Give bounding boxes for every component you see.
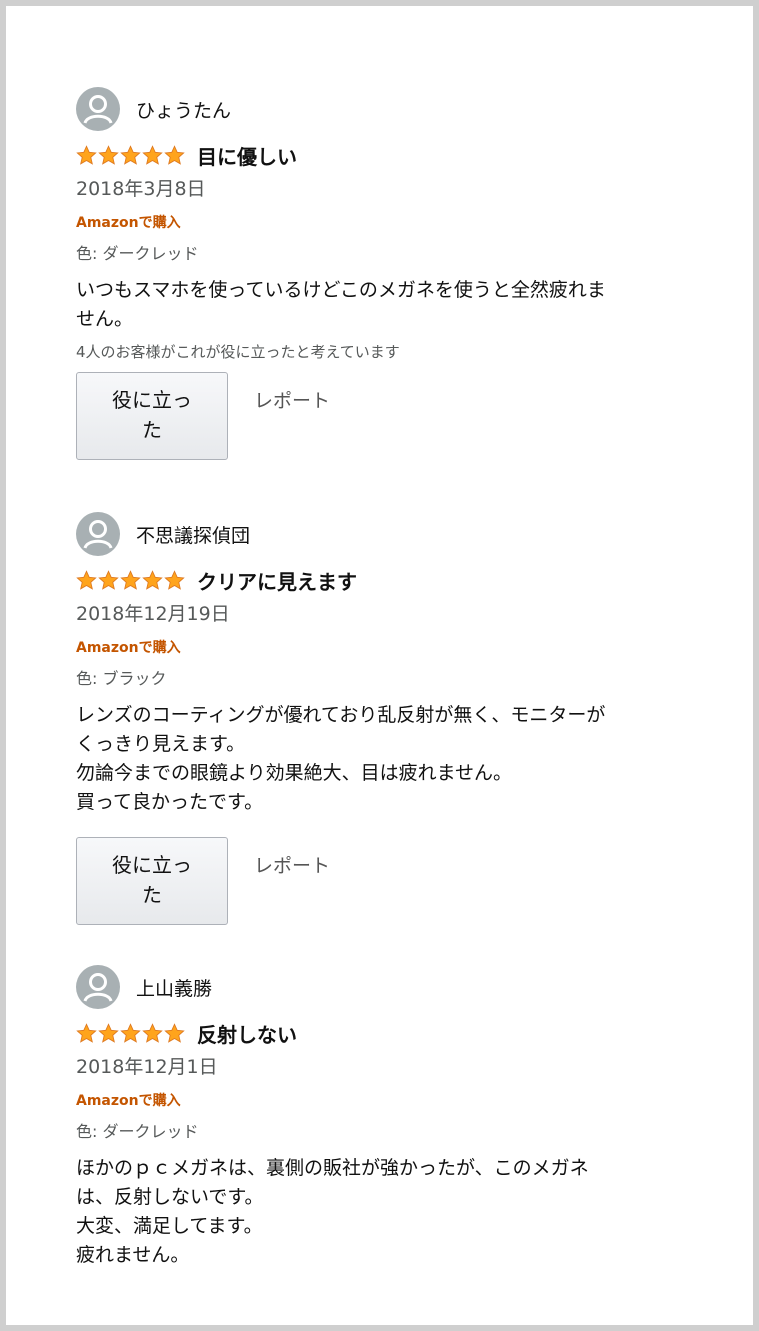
star-rating — [76, 569, 185, 591]
star-icon — [164, 569, 185, 590]
verified-purchase-badge: Amazonで購入 — [76, 640, 181, 656]
star-rating — [76, 1022, 185, 1044]
helpful-button[interactable]: 役に立った — [76, 372, 228, 460]
review-body: いつもスマホを使っているけどこのメガネを使うと全然疲れま せん。 — [76, 279, 606, 330]
star-icon — [76, 1022, 97, 1043]
star-icon — [164, 144, 185, 165]
review-title[interactable]: クリアに見えます — [197, 566, 357, 595]
star-icon — [98, 144, 119, 165]
review-profile[interactable]: 上山義勝 — [76, 964, 696, 1010]
star-icon — [142, 569, 163, 590]
review-body: ほかのｐｃメガネは、裏側の販社が強かったが、このメガネ は、反射しないです。 大… — [76, 1157, 589, 1266]
review-title[interactable]: 目に優しい — [197, 141, 297, 170]
star-icon — [164, 1022, 185, 1043]
star-rating — [76, 144, 185, 166]
star-icon — [76, 569, 97, 590]
default-profile-icon — [76, 87, 120, 131]
star-icon — [120, 569, 141, 590]
review-profile[interactable]: 不思議探偵団 — [76, 511, 696, 557]
verified-purchase-badge: Amazonで購入 — [76, 215, 181, 231]
review-item: 上山義勝 反射しない 2018年12月1日 Amazonで購入 色: ダークレッ… — [76, 964, 696, 1270]
helpful-button[interactable]: 役に立った — [76, 837, 228, 925]
verified-purchase-badge: Amazonで購入 — [76, 1093, 181, 1109]
default-profile-icon — [76, 512, 120, 556]
star-icon — [120, 1022, 141, 1043]
product-variant: 色: ブラック — [76, 669, 167, 688]
review-date: 2018年12月1日 — [76, 1056, 218, 1078]
star-icon — [98, 569, 119, 590]
review-date: 2018年12月19日 — [76, 603, 230, 625]
star-icon — [98, 1022, 119, 1043]
product-variant: 色: ダークレッド — [76, 1122, 199, 1141]
star-icon — [120, 144, 141, 165]
report-link[interactable]: レポート — [254, 386, 330, 413]
default-profile-icon — [76, 965, 120, 1009]
star-icon — [142, 144, 163, 165]
review-item: ひょうたん 目に優しい 2018年3月8日 Amazonで購入 色: ダークレッ… — [76, 86, 696, 460]
profile-name[interactable]: 上山義勝 — [136, 974, 212, 1001]
star-icon — [76, 144, 97, 165]
star-icon — [142, 1022, 163, 1043]
review-item: 不思議探偵団 クリアに見えます 2018年12月19日 Amazonで購入 色:… — [76, 511, 696, 925]
reviews-panel: ひょうたん 目に優しい 2018年3月8日 Amazonで購入 色: ダークレッ… — [6, 6, 753, 1325]
review-title[interactable]: 反射しない — [197, 1019, 297, 1048]
review-date: 2018年3月8日 — [76, 178, 206, 200]
review-profile[interactable]: ひょうたん — [76, 86, 696, 132]
product-variant: 色: ダークレッド — [76, 244, 199, 263]
profile-name[interactable]: 不思議探偵団 — [136, 521, 250, 548]
report-link[interactable]: レポート — [254, 851, 330, 878]
review-body: レンズのコーティングが優れており乱反射が無く、モニターが くっきり見えます。 勿… — [76, 704, 606, 813]
helpful-count: 4人のお客様がこれが役に立ったと考えています — [76, 343, 400, 361]
profile-name[interactable]: ひょうたん — [136, 96, 231, 123]
